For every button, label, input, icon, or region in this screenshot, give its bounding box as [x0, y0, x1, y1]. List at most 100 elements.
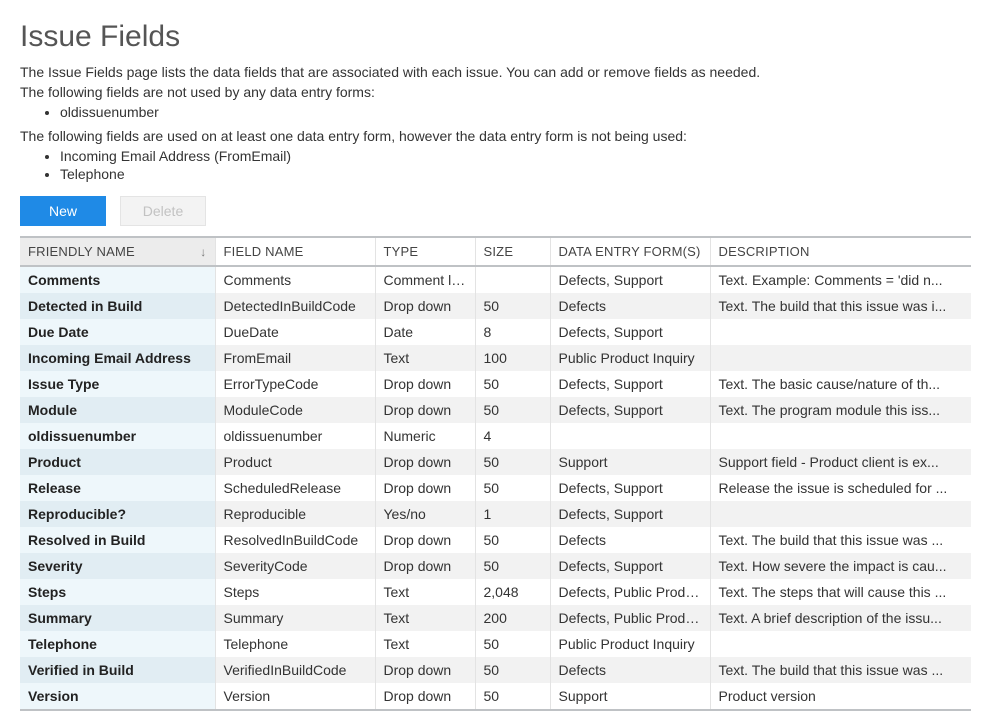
unused-form-list: Incoming Email Address (FromEmail) Telep… — [20, 148, 971, 182]
cell-friendly-name: Due Date — [20, 319, 215, 345]
cell-size: 2,048 — [475, 579, 550, 605]
cell-type: Text — [375, 345, 475, 371]
col-size[interactable]: SIZE — [475, 237, 550, 266]
unused-fields-note: The following fields are not used by any… — [20, 84, 971, 100]
cell-forms: Defects, Support — [550, 475, 710, 501]
unused-fields-list: oldissuenumber — [20, 104, 971, 120]
cell-type: Drop down — [375, 553, 475, 579]
cell-description: Text. The basic cause/nature of th... — [710, 371, 971, 397]
table-row[interactable]: StepsStepsText2,048Defects, Public Produ… — [20, 579, 971, 605]
page-title: Issue Fields — [20, 20, 971, 54]
cell-field-name: Reproducible — [215, 501, 375, 527]
cell-friendly-name: Comments — [20, 266, 215, 293]
cell-field-name: oldissuenumber — [215, 423, 375, 449]
cell-friendly-name: Resolved in Build — [20, 527, 215, 553]
table-row[interactable]: ReleaseScheduledReleaseDrop down50Defect… — [20, 475, 971, 501]
cell-size: 50 — [475, 475, 550, 501]
cell-field-name: ResolvedInBuildCode — [215, 527, 375, 553]
cell-type: Comment log — [375, 266, 475, 293]
delete-button: Delete — [120, 196, 206, 226]
col-friendly-name[interactable]: FRIENDLY NAME ↓ — [20, 237, 215, 266]
cell-type: Drop down — [375, 449, 475, 475]
new-button[interactable]: New — [20, 196, 106, 226]
cell-friendly-name: Module — [20, 397, 215, 423]
unused-form-note: The following fields are used on at leas… — [20, 128, 971, 144]
table-row[interactable]: ProductProductDrop down50SupportSupport … — [20, 449, 971, 475]
cell-forms: Public Product Inquiry — [550, 345, 710, 371]
table-row[interactable]: Reproducible?ReproducibleYes/no1Defects,… — [20, 501, 971, 527]
cell-description: Text. The steps that will cause this ... — [710, 579, 971, 605]
cell-size: 50 — [475, 631, 550, 657]
cell-description: Support field - Product client is ex... — [710, 449, 971, 475]
cell-description: Text. The build that this issue was ... — [710, 527, 971, 553]
cell-field-name: ModuleCode — [215, 397, 375, 423]
list-item: Incoming Email Address (FromEmail) — [60, 148, 971, 164]
table-row[interactable]: Resolved in BuildResolvedInBuildCodeDrop… — [20, 527, 971, 553]
cell-field-name: DueDate — [215, 319, 375, 345]
table-row[interactable]: oldissuenumberoldissuenumberNumeric4 — [20, 423, 971, 449]
cell-description: Product version — [710, 683, 971, 710]
cell-friendly-name: Issue Type — [20, 371, 215, 397]
cell-friendly-name: Verified in Build — [20, 657, 215, 683]
cell-forms — [550, 423, 710, 449]
cell-field-name: ScheduledRelease — [215, 475, 375, 501]
table-row[interactable]: VersionVersionDrop down50SupportProduct … — [20, 683, 971, 710]
col-field-name[interactable]: FIELD NAME — [215, 237, 375, 266]
fields-table: FRIENDLY NAME ↓ FIELD NAME TYPE SIZE DAT… — [20, 236, 971, 711]
cell-type: Numeric — [375, 423, 475, 449]
cell-forms: Defects — [550, 293, 710, 319]
col-data-entry-forms[interactable]: DATA ENTRY FORM(S) — [550, 237, 710, 266]
cell-size: 50 — [475, 293, 550, 319]
cell-type: Text — [375, 605, 475, 631]
toolbar: New Delete — [20, 196, 971, 226]
cell-size: 50 — [475, 683, 550, 710]
cell-friendly-name: Release — [20, 475, 215, 501]
sort-down-icon: ↓ — [200, 245, 206, 259]
cell-description: Release the issue is scheduled for ... — [710, 475, 971, 501]
cell-size: 1 — [475, 501, 550, 527]
table-row[interactable]: SummarySummaryText200Defects, Public Pro… — [20, 605, 971, 631]
table-row[interactable]: Verified in BuildVerifiedInBuildCodeDrop… — [20, 657, 971, 683]
col-type[interactable]: TYPE — [375, 237, 475, 266]
cell-friendly-name: Steps — [20, 579, 215, 605]
cell-friendly-name: Detected in Build — [20, 293, 215, 319]
table-row[interactable]: Issue TypeErrorTypeCodeDrop down50Defect… — [20, 371, 971, 397]
cell-friendly-name: Incoming Email Address — [20, 345, 215, 371]
cell-type: Text — [375, 631, 475, 657]
cell-type: Drop down — [375, 475, 475, 501]
table-row[interactable]: CommentsCommentsComment logDefects, Supp… — [20, 266, 971, 293]
table-row[interactable]: Detected in BuildDetectedInBuildCodeDrop… — [20, 293, 971, 319]
cell-forms: Public Product Inquiry — [550, 631, 710, 657]
cell-field-name: VerifiedInBuildCode — [215, 657, 375, 683]
cell-description — [710, 423, 971, 449]
cell-forms: Defects, Support — [550, 501, 710, 527]
cell-type: Text — [375, 579, 475, 605]
cell-friendly-name: Product — [20, 449, 215, 475]
cell-type: Drop down — [375, 683, 475, 710]
table-row[interactable]: Due DateDueDateDate8Defects, Support — [20, 319, 971, 345]
cell-forms: Support — [550, 683, 710, 710]
cell-forms: Defects, Support — [550, 397, 710, 423]
cell-description — [710, 345, 971, 371]
table-row[interactable]: ModuleModuleCodeDrop down50Defects, Supp… — [20, 397, 971, 423]
cell-field-name: Telephone — [215, 631, 375, 657]
cell-type: Drop down — [375, 397, 475, 423]
cell-field-name: Summary — [215, 605, 375, 631]
col-label: FRIENDLY NAME — [28, 244, 135, 259]
cell-friendly-name: oldissuenumber — [20, 423, 215, 449]
cell-size: 8 — [475, 319, 550, 345]
table-row[interactable]: SeveritySeverityCodeDrop down50Defects, … — [20, 553, 971, 579]
cell-size: 100 — [475, 345, 550, 371]
cell-forms: Defects, Support — [550, 266, 710, 293]
cell-size — [475, 266, 550, 293]
list-item: Telephone — [60, 166, 971, 182]
table-row[interactable]: TelephoneTelephoneText50Public Product I… — [20, 631, 971, 657]
cell-type: Drop down — [375, 371, 475, 397]
col-description[interactable]: DESCRIPTION — [710, 237, 971, 266]
cell-size: 50 — [475, 371, 550, 397]
cell-forms: Defects, Support — [550, 319, 710, 345]
cell-type: Yes/no — [375, 501, 475, 527]
table-row[interactable]: Incoming Email AddressFromEmailText100Pu… — [20, 345, 971, 371]
cell-forms: Defects — [550, 527, 710, 553]
cell-size: 50 — [475, 527, 550, 553]
